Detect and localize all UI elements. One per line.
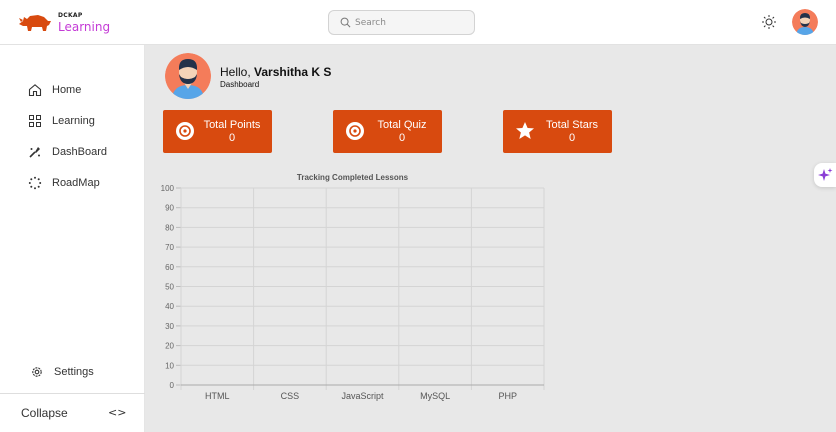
lessons-bar-chart: Tracking Completed Lessons 0 10 20 30 40 50 60 7…	[161, 173, 545, 401]
y-tick-label: 10	[165, 361, 174, 370]
chart-title: Tracking Completed Lessons	[297, 173, 409, 182]
page-title: Dashboard	[220, 80, 260, 89]
brand-company: DCKAP	[58, 12, 83, 19]
x-tick-label: PHP	[498, 391, 517, 401]
search-box[interactable]	[328, 10, 475, 35]
y-tick-label: 40	[165, 302, 174, 311]
brand-name: Learning	[58, 20, 111, 34]
stat-title: Total Points	[203, 119, 261, 131]
settings-label: Settings	[54, 366, 94, 378]
y-tick-label: 30	[165, 322, 174, 331]
ai-assistant-button[interactable]	[814, 163, 836, 187]
y-tick-label: 60	[165, 263, 174, 272]
sidebar-item-home[interactable]: Home	[28, 80, 81, 100]
y-tick-label: 80	[165, 223, 174, 232]
y-tick-label: 100	[161, 184, 175, 193]
stat-value: 0	[568, 132, 576, 144]
target-icon	[176, 122, 194, 140]
user-avatar	[165, 53, 211, 99]
code-brackets-icon: <>	[108, 406, 127, 419]
stat-value: 0	[398, 132, 406, 144]
sidebar-item-learning[interactable]: Learning	[28, 111, 95, 131]
sidebar-item-label: DashBoard	[52, 146, 108, 158]
profile-avatar[interactable]	[792, 9, 818, 35]
total-points-card[interactable]: Total Points 0	[163, 110, 272, 153]
grid-icon	[29, 115, 41, 127]
x-tick-label: JavaScript	[341, 391, 384, 401]
home-icon	[28, 84, 42, 97]
sidebar-item-settings[interactable]: Settings	[30, 362, 94, 382]
sun-icon[interactable]	[761, 14, 777, 30]
sidebar-item-dashboard[interactable]: DashBoard	[28, 142, 107, 162]
x-tick-label: CSS	[281, 391, 300, 401]
sidebar-item-label: RoadMap	[52, 177, 100, 189]
roadmap-icon	[28, 176, 42, 190]
star-icon	[516, 122, 534, 139]
stat-value: 0	[228, 132, 236, 144]
x-tick-label: MySQL	[420, 391, 450, 401]
greeting: Hello, Varshitha K S	[220, 65, 331, 79]
top-header: DCKAP Learning	[0, 0, 836, 45]
y-tick-label: 70	[165, 243, 174, 252]
y-tick-label: 20	[165, 342, 174, 351]
sparkle-icon	[818, 168, 833, 181]
sidebar: Home Learning DashBoard RoadMap Settings…	[0, 45, 145, 432]
search-icon	[340, 17, 351, 28]
stat-title: Total Quiz	[377, 119, 427, 131]
dashboard-icon	[29, 147, 40, 158]
rhino-logo-icon[interactable]	[18, 10, 52, 32]
sidebar-item-label: Home	[52, 84, 82, 96]
sidebar-item-roadmap[interactable]: RoadMap	[28, 173, 100, 193]
total-stars-card[interactable]: Total Stars 0	[503, 110, 612, 153]
total-quiz-card[interactable]: Total Quiz 0	[333, 110, 442, 153]
y-tick-label: 50	[165, 283, 174, 292]
gear-icon	[32, 367, 42, 377]
user-name: Varshitha K S	[254, 65, 332, 79]
y-tick-label: 90	[165, 204, 174, 213]
x-tick-label: HTML	[205, 391, 230, 401]
stat-title: Total Stars	[546, 119, 598, 131]
target-icon	[346, 122, 364, 140]
main-content: Hello, Varshitha K S Dashboard Total Poi…	[145, 45, 836, 432]
search-input[interactable]	[355, 15, 467, 31]
greeting-prefix: Hello,	[220, 65, 255, 79]
y-tick-label: 0	[170, 381, 175, 390]
collapse-sidebar-button[interactable]: Collapse <>	[0, 393, 145, 432]
collapse-label: Collapse	[21, 406, 68, 420]
sidebar-item-label: Learning	[52, 115, 95, 127]
